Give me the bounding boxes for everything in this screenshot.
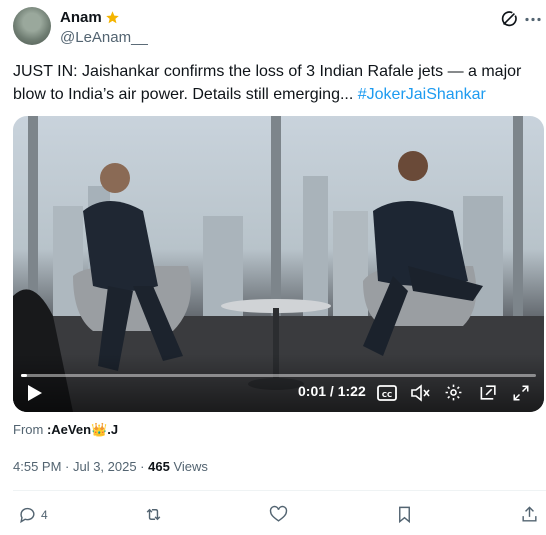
grok-icon[interactable] bbox=[499, 9, 519, 29]
bookmark-button[interactable] bbox=[395, 505, 414, 524]
views-count: 465 bbox=[148, 459, 170, 474]
video-player[interactable]: 0:01 / 1:22 CC bbox=[13, 116, 544, 412]
video-source: From :AeVen👑.J bbox=[13, 422, 118, 438]
more-icon[interactable] bbox=[525, 17, 541, 22]
bookmark-icon bbox=[399, 506, 410, 524]
tweet-text: JUST IN: Jaishankar confirms the loss of… bbox=[13, 60, 533, 106]
settings-gear-icon[interactable] bbox=[444, 383, 463, 402]
video-time: 0:01 / 1:22 bbox=[298, 383, 366, 399]
progress-bar[interactable] bbox=[21, 374, 536, 377]
share-icon bbox=[522, 506, 537, 522]
repost-button[interactable] bbox=[144, 505, 163, 524]
svg-text:CC: CC bbox=[382, 391, 392, 399]
author-name-row[interactable]: Anam bbox=[60, 9, 120, 26]
pip-icon[interactable] bbox=[479, 383, 498, 402]
source-label: From bbox=[13, 422, 47, 437]
share-button[interactable] bbox=[520, 505, 539, 524]
author-handle[interactable]: @LeAnam__ bbox=[60, 29, 148, 46]
post-timestamp[interactable]: 4:55 PM · Jul 3, 2025 · bbox=[13, 459, 148, 474]
repost-icon bbox=[146, 508, 161, 521]
author-name[interactable]: Anam bbox=[60, 9, 102, 26]
reply-button[interactable]: 4 bbox=[18, 505, 48, 524]
play-icon[interactable] bbox=[27, 384, 43, 402]
star-icon bbox=[105, 11, 119, 24]
fullscreen-icon[interactable] bbox=[512, 384, 530, 402]
captions-icon[interactable]: CC bbox=[377, 384, 397, 402]
current-time: 0:01 bbox=[298, 383, 327, 399]
tweet-meta: 4:55 PM · Jul 3, 2025 · 465 Views bbox=[13, 459, 208, 474]
divider bbox=[13, 490, 546, 491]
video-controls: 0:01 / 1:22 CC bbox=[13, 354, 544, 412]
reply-count: 4 bbox=[41, 507, 48, 522]
hashtag-link[interactable]: #JokerJaiShankar bbox=[358, 86, 486, 103]
reply-icon bbox=[20, 507, 35, 524]
progress-fill bbox=[21, 374, 28, 377]
like-button[interactable] bbox=[269, 505, 288, 524]
views-label: Views bbox=[169, 459, 208, 474]
mute-icon[interactable] bbox=[410, 384, 430, 402]
source-name[interactable]: :AeVen👑.J bbox=[47, 422, 118, 437]
duration: 1:22 bbox=[337, 383, 366, 399]
avatar[interactable] bbox=[13, 7, 51, 45]
time-separator: / bbox=[326, 383, 338, 399]
heart-icon bbox=[269, 505, 288, 522]
